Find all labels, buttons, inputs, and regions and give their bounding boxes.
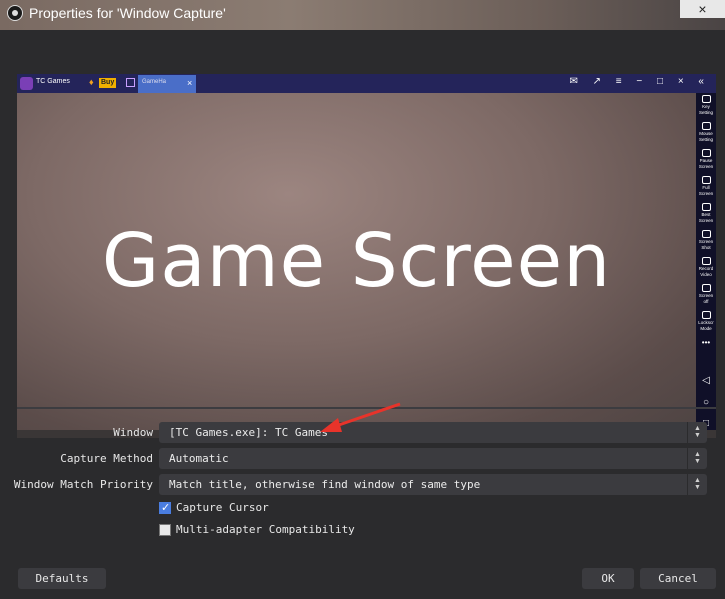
match-priority-value: Match title, otherwise find window of sa… [169, 478, 481, 491]
defaults-button[interactable]: Defaults [18, 568, 106, 589]
capture-cursor-checkbox[interactable] [159, 501, 171, 514]
best-screen-icon: Best Screen [696, 203, 716, 224]
emulator-sidebar: Key Setting Mouse Setting Pause Screen F… [696, 93, 716, 430]
emulator-window-controls: ✉ ↗ ≡ − □ × « [569, 76, 710, 87]
capture-cursor-label[interactable]: Capture Cursor [176, 501, 269, 514]
ok-button[interactable]: OK [582, 568, 634, 589]
window-label: Window [113, 426, 153, 439]
window-select[interactable]: [TC Games.exe]: TC Games ▲ ▼ [159, 422, 707, 443]
capture-preview: TC Games ♦ Buy GameHa × ✉ ↗ ≡ − □ × « Ga… [17, 74, 716, 438]
window-title: Properties for 'Window Capture' [29, 5, 226, 21]
match-priority-chevron-icon: ▲ ▼ [687, 474, 707, 495]
window-select-value: [TC Games.exe]: TC Games [169, 426, 328, 439]
annotation-arrow-icon [320, 402, 401, 432]
multi-adapter-label[interactable]: Multi-adapter Compatibility [176, 523, 355, 536]
title-bar: Properties for 'Window Capture' × [0, 0, 725, 30]
emulator-tab-bar: TC Games ♦ Buy GameHa × ✉ ↗ ≡ − □ × « [17, 74, 716, 93]
buy-badge: Buy [99, 78, 117, 88]
full-screen-icon: Full Screen [696, 176, 716, 197]
lockscreen-mode-icon: Lockscr Mode [696, 311, 716, 332]
match-priority-select[interactable]: Match title, otherwise find window of sa… [159, 474, 707, 495]
properties-dialog: TC Games ♦ Buy GameHa × ✉ ↗ ≡ − □ × « Ga… [0, 30, 725, 599]
more-icon: ••• [701, 338, 711, 347]
capture-method-value: Automatic [169, 452, 229, 465]
screen-off-icon: Screen off [696, 284, 716, 305]
game-screen: Game Screen [17, 93, 696, 430]
tab-close-icon: × [187, 78, 193, 88]
emulator-tab-tc-games: TC Games [36, 78, 70, 85]
fire-icon: ♦ [89, 77, 94, 87]
active-tab-label: GameHa [142, 79, 167, 85]
cancel-button[interactable]: Cancel [640, 568, 716, 589]
gift-icon [126, 78, 135, 87]
game-screen-text: Game Screen [101, 218, 612, 304]
mouse-setting-icon: Mouse Setting [696, 122, 716, 143]
nav-back-icon: ◁ [702, 375, 710, 386]
emulator-active-tab: GameHa × [138, 75, 196, 93]
obs-logo-icon [7, 5, 23, 21]
capture-method-label: Capture Method [60, 452, 153, 465]
window-select-chevron-icon: ▲ ▼ [687, 422, 707, 443]
multi-adapter-checkbox[interactable] [159, 524, 171, 536]
record-video-icon: Record Video [696, 257, 716, 278]
pause-screen-icon: Pause Screen [696, 149, 716, 170]
match-priority-label: Window Match Priority [13, 478, 153, 491]
capture-method-select[interactable]: Automatic ▲ ▼ [159, 448, 707, 469]
close-button[interactable]: × [680, 0, 725, 18]
capture-method-chevron-icon: ▲ ▼ [687, 448, 707, 469]
tc-games-logo-icon [20, 77, 33, 90]
key-setting-icon: Key Setting [696, 95, 716, 116]
screenshot-icon: Screen Shot [696, 230, 716, 251]
